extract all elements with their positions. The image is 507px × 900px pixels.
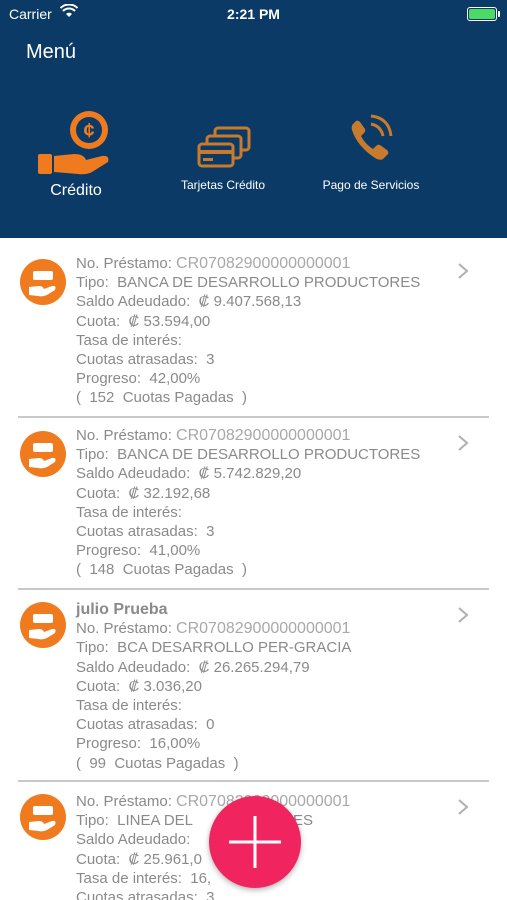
cuota-label: Cuota: <box>76 677 121 695</box>
tipo-label: Tipo: <box>76 639 109 657</box>
svg-text:¢: ¢ <box>83 120 94 142</box>
loan-number: CR07082900000000001 <box>176 620 351 638</box>
saldo-label: Saldo Adeudado: <box>76 293 191 311</box>
atrasadas-label: Cuotas atrasadas: <box>76 889 198 900</box>
chevron-right-icon[interactable] <box>457 434 469 452</box>
saldo-value: ₡ 5.742.829,20 <box>198 465 302 483</box>
nav-credito[interactable]: ¢ Crédito <box>28 110 124 200</box>
loan-row[interactable]: No. Préstamo: CR07082900000000001 Tipo: … <box>0 254 507 420</box>
tipo-value: BANCA DE DESARROLLO PRODUCTORES <box>117 446 421 464</box>
nav-tarjetas[interactable]: Tarjetas Crédito <box>168 110 278 192</box>
nav-credito-label: Crédito <box>50 182 102 199</box>
atrasadas-value: 3 <box>206 523 215 541</box>
atrasadas-value: 3 <box>206 351 215 369</box>
nav-servicios[interactable]: Pago de Servicios <box>312 110 430 192</box>
cuota-value: ₡ 32.192,68 <box>128 484 211 502</box>
chevron-right-icon[interactable] <box>457 262 469 280</box>
tipo-value: BCA DESARROLLO PER-GRACIA <box>117 639 352 657</box>
atrasadas-label: Cuotas atrasadas: <box>76 716 198 734</box>
cuota-value: ₡ 3.036,20 <box>128 677 202 695</box>
progreso-value: 42,00% <box>149 370 201 388</box>
phone-icon <box>351 114 393 160</box>
tipo-label: Tipo: <box>76 812 109 830</box>
loan-number-label: No. Préstamo: <box>76 255 172 272</box>
progreso-label: Progreso: <box>76 370 142 388</box>
nav-tarjetas-label: Tarjetas Crédito <box>180 178 266 192</box>
row-divider <box>18 416 489 418</box>
progreso-value: 41,00% <box>149 542 201 560</box>
tasa-label: Tasa de interés: <box>76 869 182 887</box>
chevron-right-icon[interactable] <box>457 798 469 816</box>
loan-details: No. Préstamo: CR07082900000000001 Tipo: … <box>76 426 457 580</box>
loan-number-label: No. Préstamo: <box>76 793 172 810</box>
loan-number-label: No. Préstamo: <box>76 620 172 638</box>
progreso-value: 16,00% <box>149 735 201 753</box>
app-header: Carrier 2:21 PM Menú ¢ Crédito Tarjetas … <box>0 0 507 238</box>
clock: 2:21 PM <box>227 6 280 22</box>
saldo-label: Saldo Adeudado: <box>76 831 191 849</box>
cuota-value: ₡ 25.961,0 <box>128 850 202 868</box>
cuota-value: ₡ 53.594,00 <box>128 312 211 330</box>
add-loan-button[interactable] <box>209 796 301 888</box>
credit-hand-icon: ¢ <box>38 111 109 175</box>
cuota-label: Cuota: <box>76 312 121 330</box>
tasa-value: 16, <box>190 869 212 887</box>
loan-row[interactable]: No. Préstamo: CR07082900000000001 Tipo: … <box>0 426 507 592</box>
plus-icon <box>229 816 281 868</box>
loan-number: CR07082900000000001 <box>176 255 351 272</box>
loan-row[interactable]: julio Prueba No. Préstamo: CR07082900000… <box>0 600 507 784</box>
atrasadas-value: 0 <box>206 716 215 734</box>
loan-hand-icon <box>20 431 66 477</box>
row-divider <box>18 588 489 590</box>
loan-number-label: No. Préstamo: <box>76 427 172 444</box>
chevron-right-icon[interactable] <box>457 606 469 624</box>
cuota-label: Cuota: <box>76 484 121 502</box>
loan-details: No. Préstamo: CR07082900000000001 Tipo: … <box>76 254 457 408</box>
saldo-value: ₡ 9.407.568,13 <box>198 293 302 311</box>
atrasadas-label: Cuotas atrasadas: <box>76 523 198 541</box>
loan-hand-icon <box>20 794 66 840</box>
progreso-label: Progreso: <box>76 542 142 560</box>
cuotas-pagadas: ( 148 Cuotas Pagadas ) <box>76 561 247 579</box>
loan-details: julio Prueba No. Préstamo: CR07082900000… <box>76 600 457 773</box>
progreso-label: Progreso: <box>76 735 142 753</box>
loan-hand-icon <box>20 259 66 305</box>
saldo-value: ₡ 26.265.294,79 <box>198 658 310 676</box>
saldo-label: Saldo Adeudado: <box>76 465 191 483</box>
tipo-label: Tipo: <box>76 274 109 292</box>
menu-button[interactable]: Menú <box>26 41 76 64</box>
tasa-label: Tasa de interés: <box>76 331 182 349</box>
cuota-label: Cuota: <box>76 850 121 868</box>
tipo-value: BANCA DE DESARROLLO PRODUCTORES <box>117 274 421 292</box>
nav-servicios-label: Pago de Servicios <box>322 178 420 192</box>
tasa-label: Tasa de interés: <box>76 503 182 521</box>
saldo-label: Saldo Adeudado: <box>76 658 191 676</box>
battery-icon <box>467 7 500 21</box>
cuotas-pagadas: ( 152 Cuotas Pagadas ) <box>76 389 247 407</box>
atrasadas-label: Cuotas atrasadas: <box>76 351 198 369</box>
loan-holder-name: julio Prueba <box>76 601 168 618</box>
status-bar: Carrier 2:21 PM <box>0 0 507 30</box>
cuotas-pagadas: ( 99 Cuotas Pagadas ) <box>76 754 239 772</box>
loan-hand-icon <box>20 602 66 648</box>
tipo-label: Tipo: <box>76 446 109 464</box>
row-divider <box>18 780 489 782</box>
cards-icon <box>197 126 251 168</box>
loan-number: CR07082900000000001 <box>176 427 351 444</box>
atrasadas-value: 3 <box>206 889 215 900</box>
tasa-label: Tasa de interés: <box>76 697 182 715</box>
